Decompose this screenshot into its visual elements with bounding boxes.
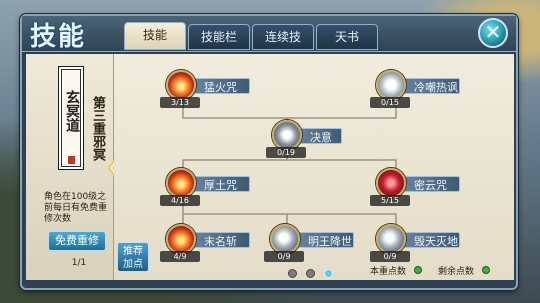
skill-level: 0/15 — [370, 97, 410, 108]
window-title: 技能 — [30, 22, 87, 52]
reset-note: 角色在100级之前每日有免费重修次数 — [44, 192, 108, 224]
tier-title: 第三重邪冥 — [90, 96, 105, 161]
skill-name: 猛火咒 — [204, 81, 237, 94]
skill-name: 厚土咒 — [204, 179, 237, 192]
skill-level: 5/15 — [370, 195, 410, 206]
tab-skills[interactable]: 技能 — [124, 22, 186, 50]
close-icon: ✕ — [484, 20, 502, 44]
fire-skill-icon — [166, 70, 196, 100]
skill-name: 末名斩 — [204, 235, 237, 248]
page-count: 1/1 — [71, 258, 87, 268]
skill-level: 0/9 — [370, 251, 410, 262]
remaining-points-label: 剩余点数 — [438, 267, 475, 277]
tab-combo[interactable]: 连续技 — [252, 24, 314, 50]
gem-icon — [482, 266, 490, 274]
tier-points-label: 本重点数 — [370, 267, 407, 277]
close-button[interactable]: ✕ — [478, 18, 508, 48]
skill-level: 0/19 — [266, 147, 306, 158]
recommend-label-line2: 加点 — [123, 259, 143, 270]
seal-icon — [68, 156, 75, 164]
skill-level: 0/9 — [264, 251, 304, 262]
skill-name: 密云咒 — [414, 179, 447, 192]
skill-level: 4/16 — [160, 195, 200, 206]
gem-icon — [414, 266, 422, 274]
skill-name: 毁天灭地 — [414, 235, 458, 248]
skill-name: 明王降世 — [308, 235, 352, 248]
resolve-skill-icon — [272, 120, 302, 150]
school-name: 玄冥道 — [64, 90, 80, 132]
destroy-skill-icon — [376, 224, 406, 254]
skill-level: 4/9 — [160, 251, 200, 262]
skill-name: 冷嘲热讽 — [414, 81, 458, 94]
page-dot[interactable] — [288, 269, 297, 278]
mingwang-skill-icon — [270, 224, 300, 254]
skill-name: 决意 — [310, 131, 332, 144]
recommend-label-line1: 推荐 — [123, 246, 143, 257]
recommend-points-button[interactable]: 推荐 加点 — [117, 242, 149, 272]
tab-tianshu[interactable]: 天书 — [316, 24, 378, 50]
page-dot[interactable] — [306, 269, 315, 278]
earth-skill-icon — [166, 168, 196, 198]
cloud-skill-icon — [376, 168, 406, 198]
taunt-skill-icon — [376, 70, 406, 100]
page-dot-active[interactable] — [324, 269, 333, 278]
tab-skill-bar[interactable]: 技能栏 — [188, 24, 250, 50]
slash-skill-icon — [166, 224, 196, 254]
skill-level: 3/13 — [160, 97, 200, 108]
free-reset-button[interactable]: 免费重修 — [48, 231, 106, 251]
